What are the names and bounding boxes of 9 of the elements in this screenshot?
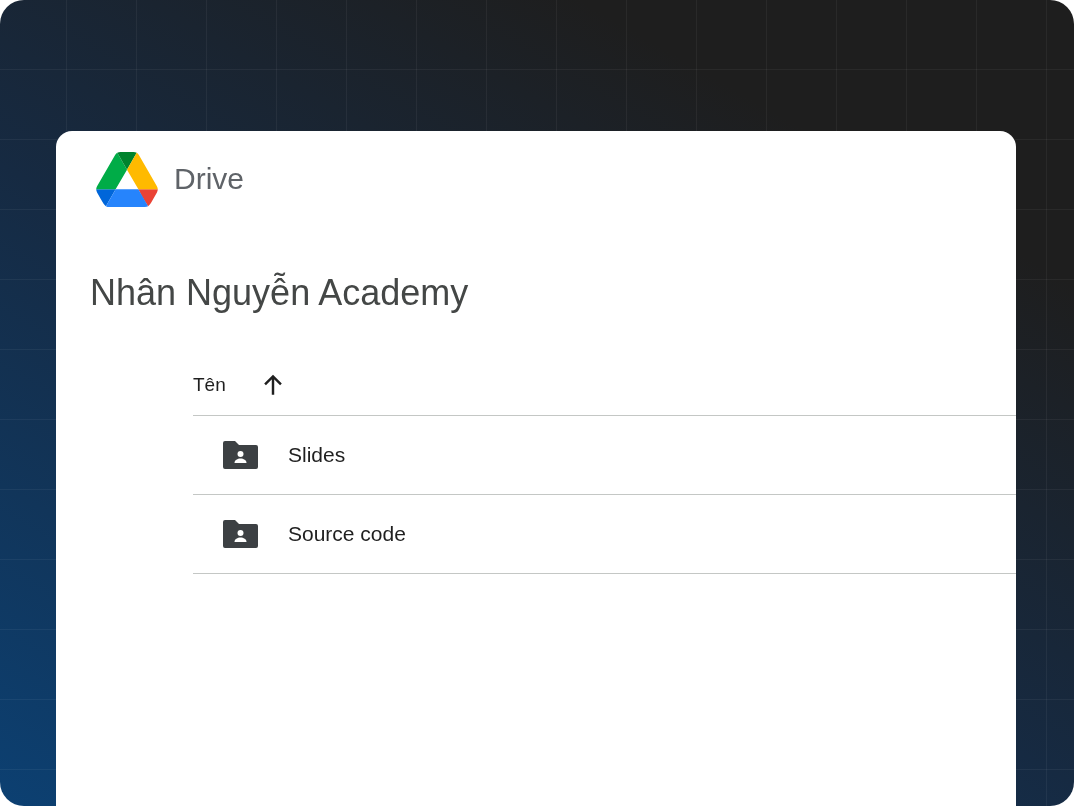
folder-name[interactable]: Source code	[288, 522, 406, 546]
folder-title: Nhân Nguyễn Academy	[90, 271, 470, 315]
shared-folder-icon	[223, 520, 258, 548]
sort-arrow-icon[interactable]	[261, 374, 284, 396]
column-header[interactable]: Tên	[193, 374, 226, 396]
folder-name[interactable]: Slides	[288, 443, 346, 467]
shared-folder-icon	[223, 441, 258, 469]
drive-logo-icon	[96, 151, 158, 207]
app-name: Drive	[174, 162, 244, 196]
